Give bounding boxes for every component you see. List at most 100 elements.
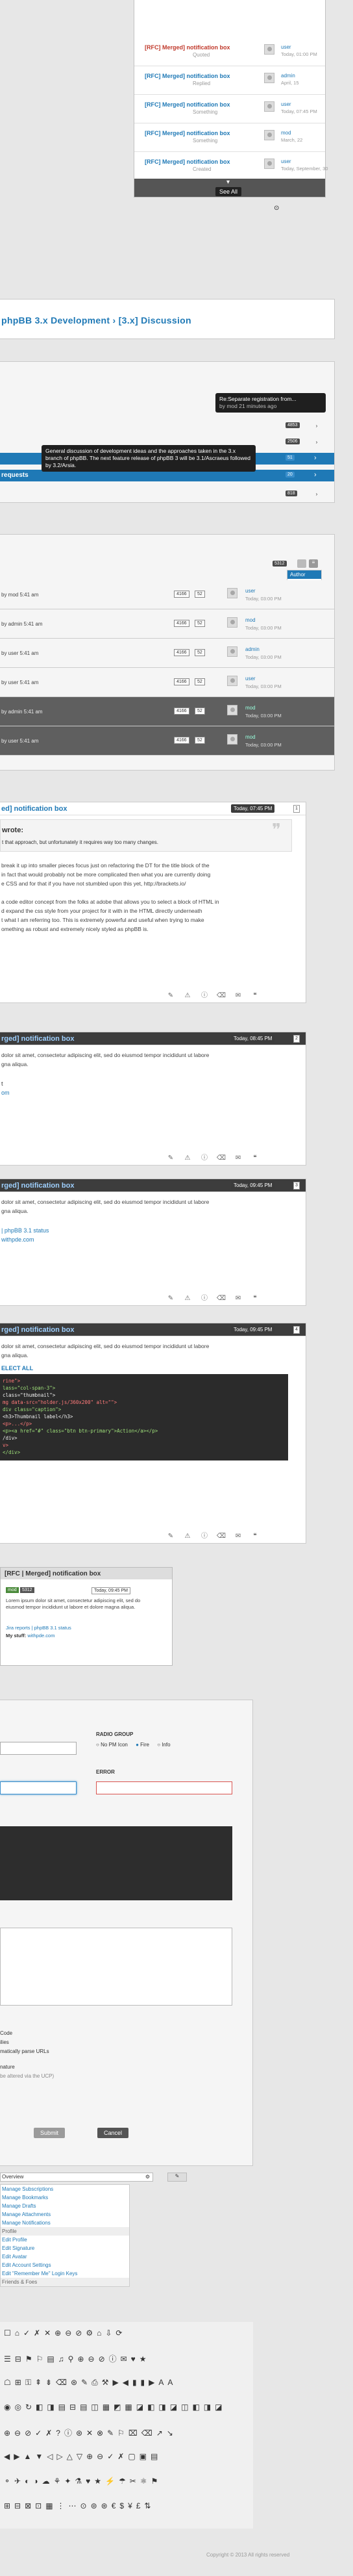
option-1[interactable]: Code [0, 2029, 54, 2038]
delete-icon[interactable]: ⌫ [213, 1533, 230, 1540]
notification-user[interactable]: user [281, 159, 291, 164]
quote-icon[interactable]: ❝ [247, 1154, 263, 1162]
quote-icon[interactable]: ❝ [247, 992, 263, 999]
friends-foes[interactable]: Friends & Foes [1, 2278, 129, 2286]
radio-no-pm-icon[interactable]: ○ No PM Icon [96, 1742, 128, 1748]
notification-item[interactable]: [RFC] Merged] notification box Quoted user… [134, 38, 325, 66]
post-title[interactable]: rged] notification box [1, 1182, 74, 1190]
ucp-profile-item[interactable]: Edit Profile [1, 2236, 129, 2244]
delete-icon[interactable]: ⌫ [213, 1154, 230, 1162]
chevron-down-icon[interactable]: ▾ [226, 179, 230, 186]
ucp-menu-item[interactable]: Manage Bookmarks [1, 2193, 129, 2202]
post-signature[interactable]: t [1, 1080, 3, 1087]
quote-icon[interactable]: ❝ [247, 1295, 263, 1302]
editor-textarea[interactable] [0, 1928, 232, 2006]
notification-item[interactable]: [RFC] Merged] notification box Something m… [134, 123, 325, 152]
error-input[interactable] [96, 1781, 232, 1794]
post-title[interactable]: rged] notification box [1, 1035, 74, 1043]
chevron-right-icon[interactable]: › [314, 454, 317, 462]
post-number[interactable]: 1 [293, 805, 300, 813]
info-icon[interactable]: ✉ [230, 1295, 247, 1302]
topic-user[interactable]: mod [245, 734, 256, 740]
report-icon[interactable]: ⚠ [179, 992, 196, 999]
ucp-profile-item[interactable]: Edit Signature [1, 2244, 129, 2252]
delete-icon[interactable]: ⌫ [213, 1295, 230, 1302]
edit-icon[interactable]: ✎ [162, 1533, 179, 1540]
mini-post-user[interactable]: mod [6, 1587, 19, 1593]
topic-user[interactable]: user [245, 676, 256, 682]
edit-icon[interactable]: ✎ [162, 1295, 179, 1302]
option-4[interactable]: nature [0, 2063, 54, 2072]
post-number[interactable]: 4 [293, 1326, 300, 1334]
text-input-1[interactable] [0, 1742, 77, 1755]
post-number[interactable]: 3 [293, 1182, 300, 1190]
notification-item[interactable]: [RFC] Merged] notification box Created use… [134, 152, 328, 181]
ucp-menu-item[interactable]: Manage Attachments [1, 2210, 129, 2219]
notification-title[interactable]: [RFC] Merged] notification box [145, 130, 230, 136]
topic-user[interactable]: user [245, 588, 256, 594]
report-icon[interactable]: ⚠ [179, 1533, 196, 1540]
info-icon[interactable]: ✉ [230, 1154, 247, 1162]
topic-row[interactable]: by user 5:41 am 4166 52 admin Today, 03:00 P… [0, 639, 334, 668]
edit-icon[interactable]: ✎ [162, 992, 179, 999]
edit-icon[interactable]: ✎ [162, 1154, 179, 1162]
topic-row[interactable]: by user 5:41 am 4166 52 user Today, 03:00 PM [0, 668, 334, 697]
chevron-right-icon[interactable]: › [314, 471, 317, 479]
post-signature[interactable]: | phpBB 3.1 status [1, 1227, 49, 1234]
ucp-menu-item[interactable]: Manage Subscriptions [1, 2185, 129, 2193]
notification-title[interactable]: [RFC] Merged] notification box [145, 73, 230, 79]
report-icon[interactable]: ⚠ [179, 1295, 196, 1302]
warn-icon[interactable]: ⓘ [196, 1530, 213, 1540]
warn-icon[interactable]: ⓘ [196, 1292, 213, 1302]
notification-user[interactable]: user [281, 101, 291, 107]
option-2[interactable]: ilies [0, 2038, 54, 2047]
topic-row[interactable]: by user 5:41 am 4166 52 mod Today, 03:00 PM [0, 726, 334, 756]
ucp-menu-item[interactable]: Manage Drafts [1, 2202, 129, 2210]
list-icon[interactable]: ≡ [309, 559, 318, 568]
topic-row[interactable]: by mod 5:41 am 4166 52 user Today, 03:00 PM [0, 580, 334, 609]
text-input-focused[interactable] [0, 1781, 77, 1794]
ucp-menu-item[interactable]: Manage Notifications [1, 2219, 129, 2227]
notification-user[interactable]: mod [281, 130, 291, 136]
post-link[interactable]: om [1, 1090, 10, 1096]
see-all-button[interactable]: See All [215, 187, 242, 196]
topic-user[interactable]: mod [245, 705, 256, 711]
topic-user[interactable]: mod [245, 617, 256, 623]
radio-info[interactable]: ○ Info [157, 1742, 170, 1748]
ucp-profile-item[interactable]: Edit Account Settings [1, 2261, 129, 2269]
notification-item[interactable]: [RFC] Merged] notification box Replied adm… [134, 66, 325, 95]
chevron-right-icon[interactable]: › [313, 491, 321, 498]
topic-row[interactable]: by admin 5:41 am 4166 52 mod Today, 03:00 PM [0, 609, 334, 639]
info-icon[interactable]: ✉ [230, 1533, 247, 1540]
notification-item[interactable]: [RFC] Merged] notification box Something u… [134, 95, 325, 123]
cancel-button[interactable]: Cancel [97, 2128, 129, 2138]
post-link[interactable]: withpde.com [1, 1236, 34, 1243]
post-number[interactable]: 2 [293, 1035, 300, 1043]
overview-select[interactable]: Overview ⚙ [0, 2173, 153, 2182]
edit-button[interactable]: ✎ [167, 2173, 187, 2182]
report-icon[interactable]: ⚠ [179, 1154, 196, 1162]
submit-button[interactable]: Submit [34, 2128, 66, 2138]
option-3[interactable]: matically parse URLs [0, 2047, 54, 2056]
topic-user[interactable]: admin [245, 646, 260, 652]
forum-title[interactable]: phpBB 3.x Development › [3.x] Discussion [1, 315, 191, 325]
quote-icon[interactable]: ❝ [247, 1533, 263, 1540]
forum-row-label[interactable]: requests [1, 472, 29, 479]
gear-icon[interactable]: ⚙ [145, 2173, 150, 2181]
sort-button[interactable] [297, 559, 306, 568]
topic-row[interactable]: by admin 5:41 am 4166 52 mod Today, 03:00 PM [0, 697, 334, 726]
notification-title[interactable]: [RFC] Merged] notification box [145, 44, 230, 51]
notification-title[interactable]: [RFC] Merged] notification box [145, 159, 230, 165]
chevron-right-icon[interactable]: › [313, 422, 321, 430]
notification-user[interactable]: admin [281, 73, 295, 79]
editor-textarea-dark[interactable] [0, 1826, 232, 1900]
mini-post-sig[interactable]: Jira reports | phpBB 3.1 status [6, 1625, 71, 1631]
notification-title[interactable]: [RFC] Merged] notification box [145, 101, 230, 108]
warn-icon[interactable]: ⓘ [196, 1152, 213, 1162]
post-title[interactable]: rged] notification box [1, 1326, 74, 1334]
ucp-profile-item[interactable]: Edit Avatar [1, 2252, 129, 2261]
delete-icon[interactable]: ⌫ [213, 992, 230, 999]
mini-post-link[interactable]: withpde.com [27, 1633, 55, 1639]
notification-user[interactable]: user [281, 44, 291, 50]
radio-fire[interactable]: ● Fire [136, 1742, 149, 1748]
